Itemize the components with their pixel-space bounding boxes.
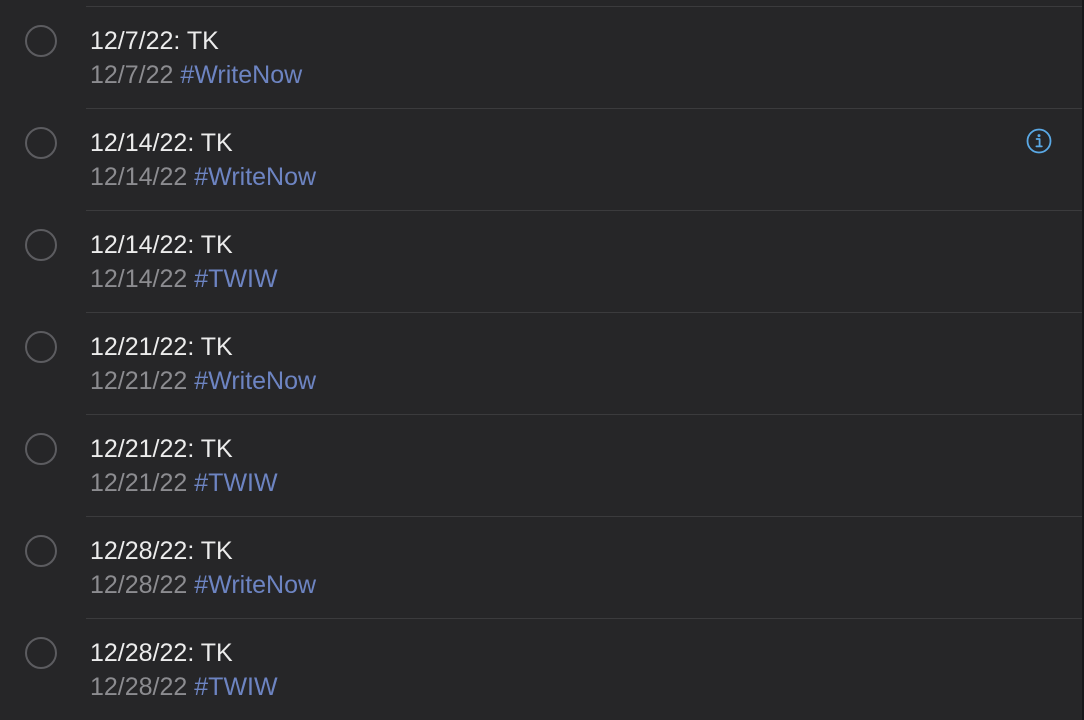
reminder-subtitle: 12/28/22 #TWIW (90, 673, 278, 701)
reminder-subtitle: 12/28/22 #WriteNow (90, 571, 316, 599)
reminder-tag[interactable]: #WriteNow (180, 61, 302, 89)
reminders-list: 12/7/22: TK 12/7/22 #WriteNow 12/14/22: … (0, 0, 1084, 720)
reminder-title[interactable]: 12/14/22: TK (90, 231, 233, 259)
reminder-date: 12/14/22 (90, 265, 188, 293)
reminder-date: 12/28/22 (90, 673, 188, 701)
reminder-date: 12/14/22 (90, 163, 188, 191)
reminder-title[interactable]: 12/28/22: TK (90, 537, 233, 565)
reminder-title[interactable]: 12/21/22: TK (90, 435, 233, 463)
reminder-subtitle: 12/7/22 #WriteNow (90, 61, 302, 89)
reminder-row[interactable]: 12/21/22: TK 12/21/22 #WriteNow (0, 313, 1082, 415)
reminder-subtitle: 12/21/22 #WriteNow (90, 367, 316, 395)
reminder-tag[interactable]: #WriteNow (194, 571, 316, 599)
reminder-row[interactable]: 12/28/22: TK 12/28/22 #TWIW (0, 619, 1082, 720)
reminder-tag[interactable]: #TWIW (194, 469, 277, 497)
circle-checkbox-icon[interactable] (25, 331, 57, 363)
reminder-subtitle: 12/21/22 #TWIW (90, 469, 278, 497)
reminder-tag[interactable]: #WriteNow (194, 163, 316, 191)
reminder-row[interactable]: 12/28/22: TK 12/28/22 #WriteNow (0, 517, 1082, 619)
reminder-date: 12/7/22 (90, 61, 174, 89)
reminder-title[interactable]: 12/14/22: TK (90, 129, 233, 157)
reminder-date: 12/21/22 (90, 469, 188, 497)
reminder-tag[interactable]: #WriteNow (194, 367, 316, 395)
circle-checkbox-icon[interactable] (25, 433, 57, 465)
circle-checkbox-icon[interactable] (25, 535, 57, 567)
reminder-title[interactable]: 12/28/22: TK (90, 639, 233, 667)
reminder-subtitle: 12/14/22 #WriteNow (90, 163, 316, 191)
reminder-row[interactable]: 12/21/22: TK 12/21/22 #TWIW (0, 415, 1082, 517)
circle-checkbox-icon[interactable] (25, 637, 57, 669)
reminder-tag[interactable]: #TWIW (194, 265, 277, 293)
circle-checkbox-icon[interactable] (25, 127, 57, 159)
reminder-subtitle: 12/14/22 #TWIW (90, 265, 278, 293)
reminder-row[interactable]: 12/14/22: TK 12/14/22 #TWIW (0, 211, 1082, 313)
reminder-row[interactable]: 12/7/22: TK 12/7/22 #WriteNow (0, 7, 1082, 109)
reminder-date: 12/28/22 (90, 571, 188, 599)
circle-checkbox-icon[interactable] (25, 229, 57, 261)
reminder-title[interactable]: 12/7/22: TK (90, 27, 219, 55)
reminder-date: 12/21/22 (90, 367, 188, 395)
info-icon[interactable] (1026, 128, 1052, 154)
reminder-row[interactable]: 12/14/22: TK 12/14/22 #WriteNow (0, 109, 1082, 211)
circle-checkbox-icon[interactable] (25, 25, 57, 57)
reminder-tag[interactable]: #TWIW (194, 673, 277, 701)
reminder-title[interactable]: 12/21/22: TK (90, 333, 233, 361)
